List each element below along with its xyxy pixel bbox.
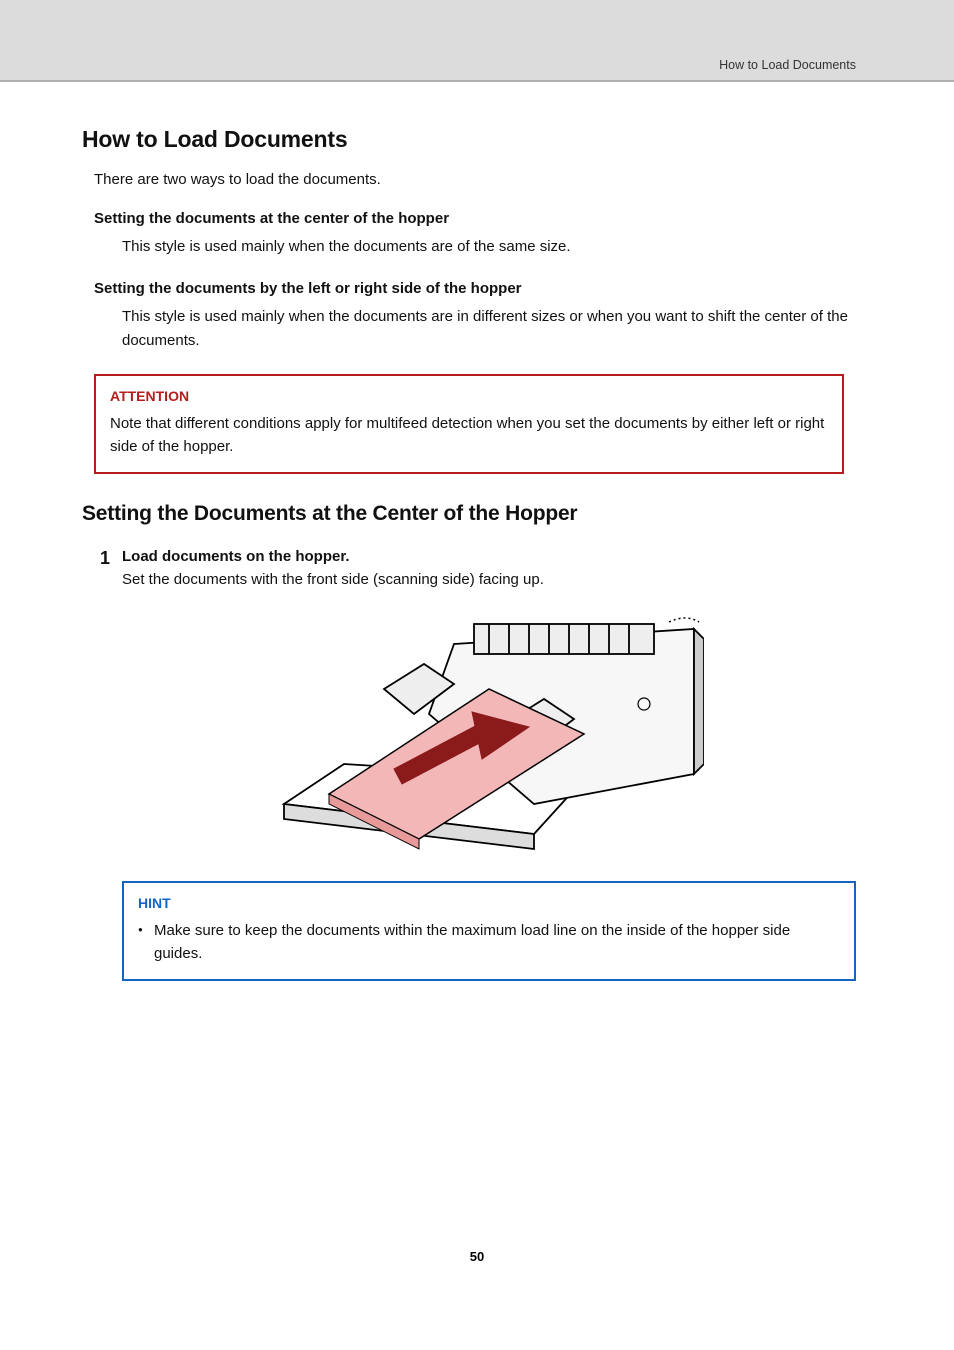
hint-label: HINT bbox=[138, 895, 840, 911]
page-number: 50 bbox=[0, 1249, 954, 1264]
header-rule bbox=[0, 80, 954, 82]
method2-heading: Setting the documents by the left or rig… bbox=[94, 280, 856, 297]
intro-text: There are two ways to load the documents… bbox=[94, 171, 856, 188]
breadcrumb: How to Load Documents bbox=[719, 58, 856, 72]
page-body: How to Load Documents There are two ways… bbox=[0, 0, 954, 1350]
scanner-illustration bbox=[122, 604, 856, 859]
step-text: Set the documents with the front side (s… bbox=[122, 569, 856, 592]
method1-heading: Setting the documents at the center of t… bbox=[94, 210, 856, 227]
step-1: 1 Load documents on the hopper. Set the … bbox=[94, 548, 856, 981]
hint-bullet: Make sure to keep the documents within t… bbox=[138, 919, 840, 966]
method1-body: This style is used mainly when the docum… bbox=[122, 235, 856, 258]
page-title: How to Load Documents bbox=[82, 126, 856, 153]
attention-text: Note that different conditions apply for… bbox=[110, 412, 828, 459]
step-body: Load documents on the hopper. Set the do… bbox=[122, 548, 856, 981]
method2-body: This style is used mainly when the docum… bbox=[122, 305, 856, 352]
step-heading: Load documents on the hopper. bbox=[122, 548, 856, 565]
scanner-svg bbox=[274, 604, 704, 854]
attention-box: ATTENTION Note that different conditions… bbox=[94, 374, 844, 475]
content-area: How to Load Documents There are two ways… bbox=[0, 82, 954, 981]
step-number: 1 bbox=[94, 548, 122, 569]
attention-label: ATTENTION bbox=[110, 388, 828, 404]
hint-box: HINT Make sure to keep the documents wit… bbox=[122, 881, 856, 982]
section-title: Setting the Documents at the Center of t… bbox=[82, 502, 856, 526]
